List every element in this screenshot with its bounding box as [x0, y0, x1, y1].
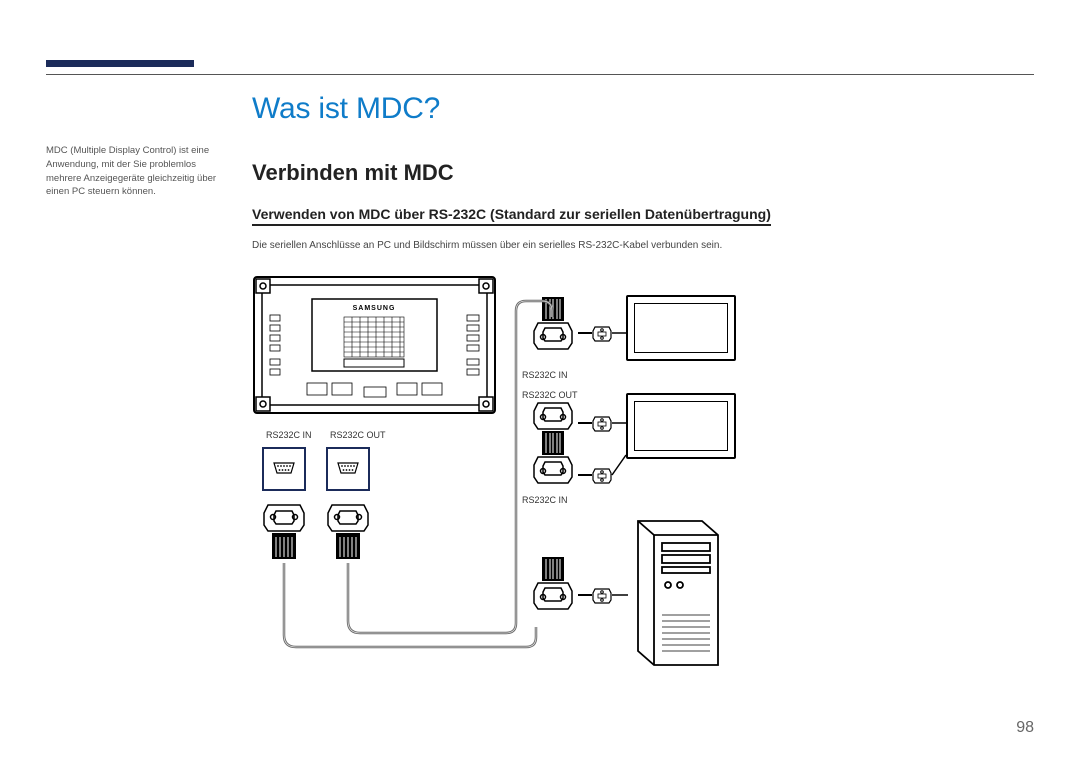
monitor-icon [626, 393, 736, 459]
page-title: Was ist MDC? [252, 92, 440, 126]
horizontal-rule [46, 74, 1034, 75]
document-page: Was ist MDC? MDC (Multiple Display Contr… [0, 0, 1080, 763]
serial-port-out-icon [326, 447, 370, 491]
serial-port-female-icon [592, 415, 612, 445]
display-back-panel-icon: SAMSUNG [252, 275, 497, 415]
db9-plug-icon [322, 503, 374, 563]
serial-port-female-icon [592, 325, 612, 355]
page-number: 98 [1016, 719, 1034, 737]
connection-diagram: SAMSUNG [252, 275, 772, 695]
db9-plug-icon [258, 503, 310, 563]
section-tab-marker [46, 60, 194, 67]
db9-plug-icon [532, 295, 578, 369]
serial-port-in-icon [262, 447, 306, 491]
body-paragraph: Die seriellen Anschlüsse an PC und Bilds… [252, 240, 722, 251]
heading-level-2: Verbinden mit MDC [252, 160, 454, 186]
heading-level-3: Verwenden von MDC über RS-232C (Standard… [252, 206, 771, 226]
port-label-out: RS232C OUT [330, 430, 386, 440]
port-label-in: RS232C IN [522, 495, 568, 505]
db9-plug-icon [532, 455, 578, 495]
serial-port-female-icon [592, 467, 612, 497]
db9-plug-icon [532, 555, 578, 629]
monitor-icon [626, 295, 736, 361]
sidebar-note: MDC (Multiple Display Control) ist eine … [46, 144, 226, 199]
port-label-in: RS232C IN [522, 370, 568, 380]
pc-tower-icon [626, 515, 726, 675]
port-label-in: RS232C IN [266, 430, 312, 440]
port-label-out: RS232C OUT [522, 390, 578, 400]
serial-port-female-icon [592, 587, 612, 617]
brand-label: SAMSUNG [353, 305, 396, 312]
